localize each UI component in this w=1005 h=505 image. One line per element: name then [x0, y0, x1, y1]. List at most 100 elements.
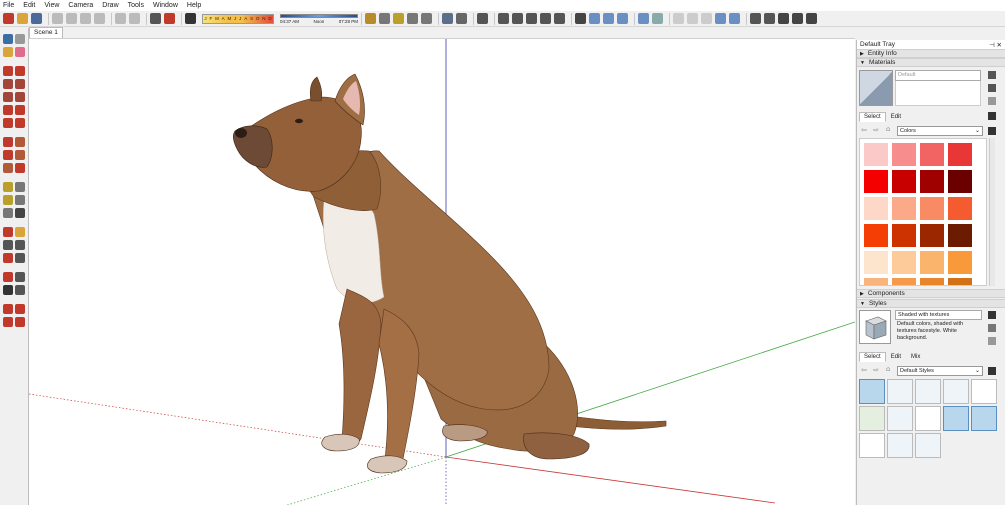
- material-swatch[interactable]: [863, 169, 889, 194]
- hidden-line-icon[interactable]: [638, 13, 649, 24]
- monochrome-icon[interactable]: [687, 13, 698, 24]
- eraser-icon[interactable]: [15, 47, 25, 57]
- update-style-icon[interactable]: [988, 324, 996, 332]
- create-style-icon[interactable]: [988, 311, 996, 319]
- style-option[interactable]: [915, 379, 941, 404]
- material-swatch[interactable]: [919, 169, 945, 194]
- sandbox-b-icon[interactable]: [15, 304, 25, 314]
- dog-eye[interactable]: [295, 118, 303, 124]
- style-a-icon[interactable]: [701, 13, 712, 24]
- sandbox-c-icon[interactable]: [3, 317, 13, 327]
- save-icon[interactable]: [31, 13, 42, 24]
- menu-view[interactable]: View: [44, 2, 59, 9]
- material-swatch[interactable]: [891, 142, 917, 167]
- shaded-icon[interactable]: [652, 13, 663, 24]
- arrow-icon[interactable]: [575, 13, 586, 24]
- menu-help[interactable]: Help: [187, 2, 201, 9]
- material-swatch[interactable]: [947, 223, 973, 248]
- front-view-icon[interactable]: [512, 13, 523, 24]
- warehouse-icon[interactable]: [750, 13, 761, 24]
- circle-icon[interactable]: [3, 92, 13, 102]
- menu-camera[interactable]: Camera: [68, 2, 93, 9]
- undo-icon[interactable]: [115, 13, 126, 24]
- rotated-rectangle-icon[interactable]: [15, 79, 25, 89]
- model-viewport[interactable]: [29, 38, 855, 505]
- material-name-field[interactable]: Default: [895, 70, 981, 81]
- left-view-icon[interactable]: [554, 13, 565, 24]
- model-info-icon[interactable]: [164, 13, 175, 24]
- material-swatch[interactable]: [919, 277, 945, 285]
- home-icon[interactable]: [778, 13, 789, 24]
- open-icon[interactable]: [17, 13, 28, 24]
- display-secondary-icon[interactable]: [988, 71, 996, 79]
- sandbox-d-icon[interactable]: [15, 317, 25, 327]
- paint-bucket-icon[interactable]: [3, 47, 13, 57]
- print-icon[interactable]: [150, 13, 161, 24]
- components-header[interactable]: ▶ Components: [857, 289, 1005, 298]
- style-option[interactable]: [971, 379, 997, 404]
- extension-icon[interactable]: [792, 13, 803, 24]
- walk-icon[interactable]: [379, 13, 390, 24]
- new-icon[interactable]: [3, 13, 14, 24]
- style-option[interactable]: [971, 406, 997, 431]
- orbit-icon[interactable]: [3, 227, 13, 237]
- styles-tab-edit[interactable]: Edit: [886, 352, 906, 362]
- styles-home-icon[interactable]: ⌂: [886, 366, 890, 373]
- material-swatch[interactable]: [863, 223, 889, 248]
- 3d-text-icon[interactable]: [15, 208, 25, 218]
- close-icon[interactable]: ✕: [997, 42, 1002, 49]
- menu-window[interactable]: Window: [153, 2, 178, 9]
- styles-tab-select[interactable]: Select: [859, 352, 886, 362]
- iso-view-icon[interactable]: [477, 13, 488, 24]
- style-option[interactable]: [859, 379, 885, 404]
- right-view-icon[interactable]: [526, 13, 537, 24]
- three-point-arc-icon[interactable]: [3, 118, 13, 128]
- style-option[interactable]: [915, 406, 941, 431]
- polygon-icon[interactable]: [15, 92, 25, 102]
- styles-back-arrow-icon[interactable]: ⇦: [861, 366, 867, 374]
- section-plane-icon[interactable]: [407, 13, 418, 24]
- details-arrow-icon[interactable]: [988, 127, 996, 135]
- walk-tool-icon[interactable]: [3, 285, 13, 295]
- material-swatch[interactable]: [947, 250, 973, 275]
- wireframe-icon[interactable]: [617, 13, 628, 24]
- styles-forward-arrow-icon[interactable]: ⇨: [873, 366, 879, 374]
- two-point-arc-icon[interactable]: [15, 105, 25, 115]
- shadows-icon[interactable]: [185, 13, 196, 24]
- push-pull-icon[interactable]: [15, 137, 25, 147]
- time-track[interactable]: [280, 13, 358, 18]
- style-option[interactable]: [887, 406, 913, 431]
- text-icon[interactable]: [15, 195, 25, 205]
- dog-nose[interactable]: [235, 128, 247, 138]
- styles-details-arrow-icon[interactable]: [988, 367, 996, 375]
- pin-icon[interactable]: ⊣: [989, 42, 995, 49]
- eyedropper-icon[interactable]: [988, 112, 996, 120]
- arc-icon[interactable]: [3, 105, 13, 115]
- cut-icon[interactable]: [52, 13, 63, 24]
- back-view-icon[interactable]: [540, 13, 551, 24]
- material-library-select[interactable]: Colors ⌄: [897, 126, 983, 136]
- make-component-icon[interactable]: [15, 34, 25, 44]
- styles-header[interactable]: ▼ Styles: [857, 299, 1005, 308]
- material-swatch[interactable]: [891, 250, 917, 275]
- zoom-extents-icon[interactable]: [3, 253, 13, 263]
- swatch-scrollbar[interactable]: [989, 138, 995, 286]
- previous-view-icon[interactable]: [15, 253, 25, 263]
- materials-tab-select[interactable]: Select: [859, 112, 886, 122]
- dog-front-leg-left[interactable]: [338, 288, 382, 447]
- pie-icon[interactable]: [15, 118, 25, 128]
- tape-measure-icon[interactable]: [3, 182, 13, 192]
- style-c-icon[interactable]: [729, 13, 740, 24]
- material-swatch[interactable]: [863, 142, 889, 167]
- axes-icon[interactable]: [421, 13, 432, 24]
- material-swatch[interactable]: [947, 142, 973, 167]
- shadow-time-slider[interactable]: 04:37 AM Noon 07:28 PM: [280, 13, 358, 24]
- material-swatch[interactable]: [891, 169, 917, 194]
- styles-library-select[interactable]: Default Styles ⌄: [897, 366, 983, 376]
- style-option[interactable]: [859, 433, 885, 458]
- display-section-icon[interactable]: [442, 13, 453, 24]
- display-cuts-icon[interactable]: [456, 13, 467, 24]
- create-material-icon[interactable]: [988, 84, 996, 92]
- menu-edit[interactable]: Edit: [23, 2, 35, 9]
- material-swatch[interactable]: [947, 169, 973, 194]
